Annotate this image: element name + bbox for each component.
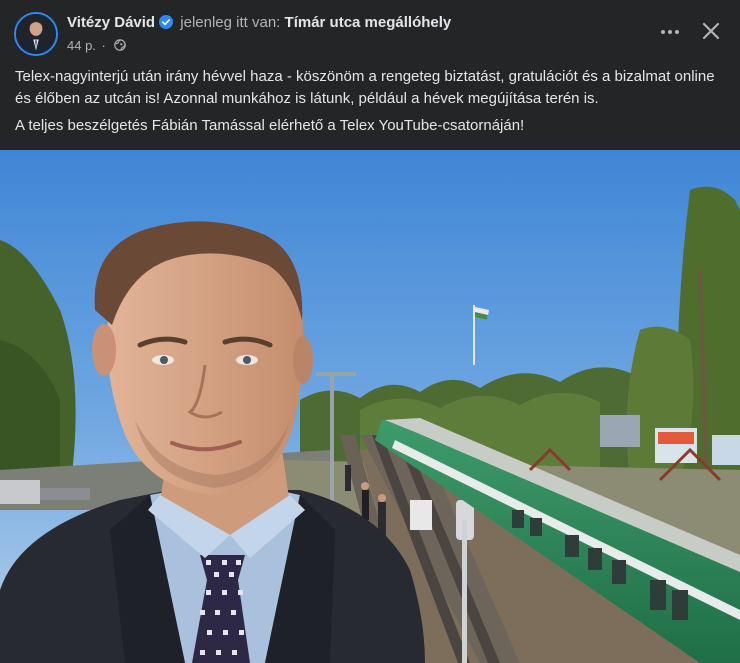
location-prefix: jelenleg itt van: bbox=[180, 14, 281, 31]
location-link[interactable]: Tímár utca megállóhely bbox=[285, 14, 452, 31]
post-timestamp[interactable]: 44 p. bbox=[67, 38, 96, 53]
post-header: Vitézy Dávid jelenleg itt van: Tímár utc… bbox=[0, 0, 740, 64]
globe-icon[interactable] bbox=[113, 39, 126, 51]
author-name[interactable]: Vitézy Dávid bbox=[67, 14, 155, 31]
post-title-line: Vitézy Dávid jelenleg itt van: Tímár utc… bbox=[67, 14, 451, 31]
verified-badge-icon bbox=[159, 15, 174, 29]
author-avatar[interactable] bbox=[14, 12, 58, 56]
post-paragraph-2: A teljes beszélgetés Fábián Tamással elé… bbox=[15, 117, 525, 134]
meta-separator: · bbox=[101, 38, 106, 53]
facebook-post: Vitézy Dávid jelenleg itt van: Tímár utc… bbox=[0, 0, 740, 663]
more-options-icon[interactable] bbox=[654, 18, 686, 46]
post-meta: 44 p. · bbox=[67, 38, 126, 53]
avatar-image bbox=[16, 14, 56, 54]
post-photo[interactable] bbox=[0, 150, 740, 663]
selfie-image bbox=[0, 150, 740, 663]
post-paragraph-1: Telex-nagyinterjú után irány hévvel haza… bbox=[15, 68, 715, 107]
close-icon[interactable] bbox=[697, 17, 725, 45]
post-text: Telex-nagyinterjú után irány hévvel haza… bbox=[15, 66, 730, 142]
